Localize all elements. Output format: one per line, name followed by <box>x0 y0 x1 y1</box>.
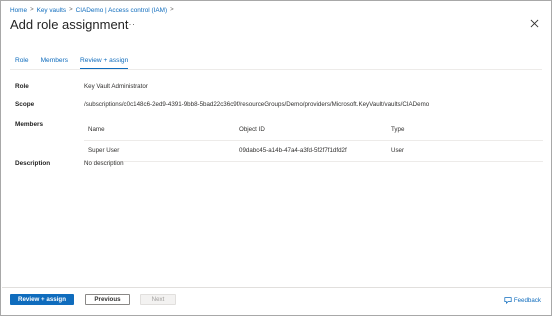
members-table: Name Object ID Type Super User 09dabc45-… <box>84 120 543 162</box>
breadcrumb-ciademo-iam[interactable]: CIADemo | Access control (IAM) <box>76 7 168 14</box>
feedback-icon <box>504 297 512 304</box>
column-header-type[interactable]: Type <box>391 126 404 133</box>
previous-button[interactable]: Previous <box>85 294 130 305</box>
column-header-name[interactable]: Name <box>88 126 105 133</box>
role-value: Key Vault Administrator <box>84 83 148 90</box>
tab-members[interactable]: Members <box>41 57 68 69</box>
breadcrumb-home[interactable]: Home <box>10 7 27 14</box>
breadcrumb: Home > Key vaults > CIADemo | Access con… <box>10 5 174 15</box>
scope-label: Scope <box>15 101 35 108</box>
feedback-label: Feedback <box>513 296 541 304</box>
table-row: Super User 09dabc45-a14b-47a4-a3fd-5f2f7… <box>84 141 543 162</box>
footer-divider <box>2 287 551 288</box>
page-title: Add role assignment <box>10 17 129 32</box>
column-header-object-id[interactable]: Object ID <box>239 126 265 133</box>
member-name: Super User <box>88 147 120 154</box>
next-button[interactable]: Next <box>140 294 176 305</box>
table-header-row: Name Object ID Type <box>84 120 543 141</box>
tab-divider <box>10 69 542 70</box>
tab-role[interactable]: Role <box>15 57 29 69</box>
breadcrumb-separator: > <box>30 7 34 13</box>
description-value: No description <box>84 160 124 167</box>
scope-value: /subscriptions/c0c148c6-2ed9-4391-9bb8-5… <box>84 101 430 108</box>
member-object-id: 09dabc45-a14b-47a4-a3fd-5f2f7f1dfd2f <box>239 147 347 154</box>
tab-review-assign[interactable]: Review + assign <box>80 57 129 69</box>
more-options-icon[interactable]: ··· <box>125 20 136 29</box>
review-assign-button[interactable]: Review + assign <box>10 294 74 305</box>
role-label: Role <box>15 83 29 90</box>
tab-bar: Role Members Review + assign <box>15 57 140 69</box>
member-type: User <box>391 147 405 154</box>
breadcrumb-separator: > <box>69 7 73 13</box>
breadcrumb-separator: > <box>170 7 174 13</box>
members-label: Members <box>15 121 44 128</box>
feedback-link[interactable]: Feedback <box>504 296 541 304</box>
close-icon[interactable] <box>530 19 539 28</box>
breadcrumb-key-vaults[interactable]: Key vaults <box>37 7 66 14</box>
description-label: Description <box>15 160 51 167</box>
dialog-frame: Home > Key vaults > CIADemo | Access con… <box>0 0 552 316</box>
